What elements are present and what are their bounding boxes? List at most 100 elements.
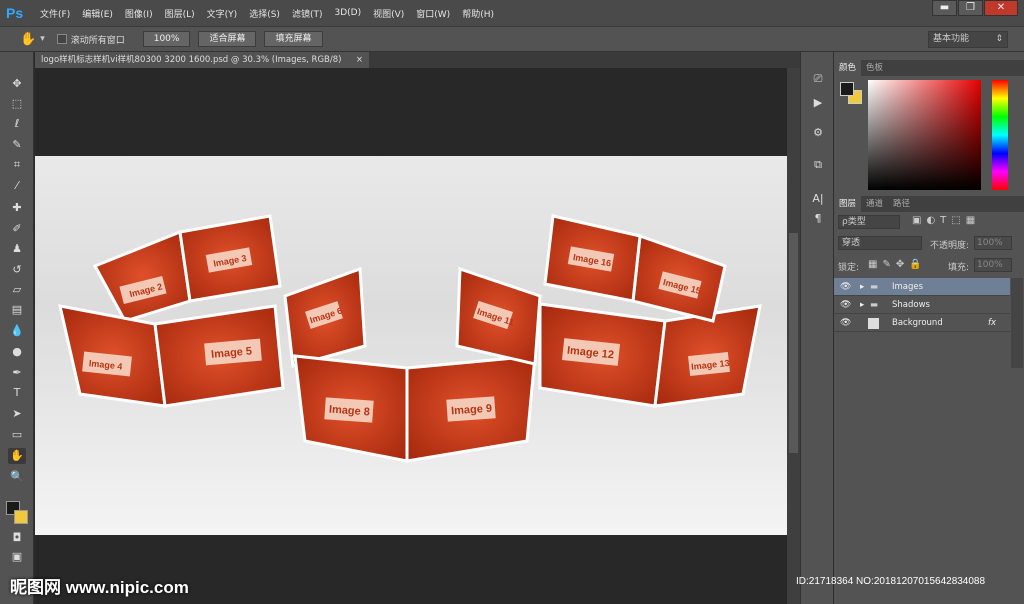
layer-filter-select[interactable]: ρ类型 (838, 215, 900, 229)
tab-channels[interactable]: 通道 (861, 196, 888, 212)
opacity-field[interactable]: 100% (974, 236, 1012, 250)
layer-row-images[interactable]: 👁 ▸ ▬ Images (834, 278, 1010, 296)
folder-icon: ▬ (870, 282, 879, 292)
close-tab-icon[interactable]: × (356, 52, 363, 68)
menu-help[interactable]: 帮助(H) (462, 7, 494, 20)
tool-preset-dropdown-icon[interactable]: ▾ (40, 34, 45, 44)
expand-arrow-icon[interactable]: ▸ (860, 296, 864, 314)
blur-tool-icon[interactable]: 💧 (8, 323, 26, 339)
document-tab-title: logo样机标志样机vi样机80300 3200 1600.psd @ 30.3… (41, 55, 342, 65)
pen-tool-icon[interactable]: ✒ (8, 365, 26, 381)
watermark-id: ID:21718364 NO:20181207015642834088 (796, 576, 986, 587)
eye-icon[interactable]: 👁 (840, 296, 851, 314)
panel-image-2 (92, 229, 192, 323)
tab-paths[interactable]: 路径 (888, 196, 915, 212)
minimize-button[interactable]: ▬ (932, 0, 957, 16)
menu-edit[interactable]: 编辑(E) (82, 7, 113, 20)
restore-button[interactable]: ❐ (958, 0, 983, 16)
menu-type[interactable]: 文字(Y) (207, 7, 238, 20)
menu-layer[interactable]: 图层(L) (165, 7, 195, 20)
zoom-tool-icon[interactable]: 🔍 (8, 469, 26, 485)
workspace-select[interactable]: 基本功能 ⇕ (928, 31, 1008, 48)
vertical-scrollbar[interactable] (787, 68, 800, 604)
fg-color-chip[interactable] (840, 82, 854, 96)
layer-name[interactable]: Background (892, 314, 943, 332)
zoom-100-button[interactable]: 100% (142, 31, 191, 47)
scroll-all-label: 滚动所有窗口 (70, 35, 125, 46)
document-tab[interactable]: logo样机标志样机vi样机80300 3200 1600.psd @ 30.3… (35, 52, 369, 68)
layers-scrollbar[interactable] (1011, 278, 1023, 368)
tab-swatches[interactable]: 色板 (861, 60, 888, 76)
adjustments-icon[interactable]: ⚙ (810, 126, 826, 140)
fx-icon[interactable]: fx (988, 314, 996, 332)
document-tab-bar: logo样机标志样机vi样机80300 3200 1600.psd @ 30.3… (35, 52, 800, 68)
eraser-tool-icon[interactable]: ▱ (8, 282, 26, 298)
color-panel-tabs: 颜色 色板 (834, 60, 1024, 76)
quick-select-tool-icon[interactable]: ✎ (8, 137, 26, 153)
properties-icon[interactable]: ⧉ (810, 158, 826, 172)
fill-field[interactable]: 100% (974, 258, 1012, 272)
blend-mode-select[interactable]: 穿透 (838, 236, 922, 250)
color-picker-field[interactable] (868, 80, 981, 190)
history-icon[interactable]: ⎚ (810, 72, 826, 86)
layer-thumbnail (868, 318, 879, 329)
dodge-tool-icon[interactable]: ● (8, 344, 26, 360)
brush-tool-icon[interactable]: ✐ (8, 221, 26, 237)
layer-row-background[interactable]: 👁 Background fx (834, 314, 1010, 332)
quick-mask-icon[interactable]: ◘ (8, 530, 26, 546)
panel-icon-strip: ⎚ ▶ ⚙ ⧉ A| ¶ (800, 52, 833, 604)
rectangle-tool-icon[interactable]: ▭ (8, 427, 26, 443)
lasso-tool-icon[interactable]: ℓ (8, 116, 26, 132)
chevron-down-icon: ⇕ (995, 34, 1003, 44)
paragraph-icon[interactable]: ¶ (810, 212, 826, 226)
layer-name[interactable]: Images (892, 278, 923, 296)
layer-filter-icons[interactable]: ▣◐T⬚▦ (912, 215, 1012, 229)
scroll-all-checkbox[interactable] (56, 34, 67, 44)
watermark-logo: 昵图网 www.nipic.com (10, 578, 189, 597)
actions-play-icon[interactable]: ▶ (810, 96, 826, 110)
photoshop-logo-icon: Ps (6, 5, 24, 21)
screen-mode-icon[interactable]: ▣ (8, 549, 26, 565)
expand-arrow-icon[interactable]: ▸ (860, 278, 864, 296)
fill-screen-button[interactable]: 填充屏幕 (264, 31, 323, 47)
character-icon[interactable]: A| (810, 192, 826, 206)
photoshop-window: Ps 文件(F) 编辑(E) 图像(I) 图层(L) 文字(Y) 选择(S) 滤… (0, 0, 1024, 604)
canvas-area[interactable]: Image 2 Image 3 Image 4 Image 5 Image 6 … (35, 68, 787, 604)
hue-slider[interactable] (992, 80, 1008, 190)
tab-color[interactable]: 颜色 (834, 60, 862, 76)
document-canvas[interactable]: Image 2 Image 3 Image 4 Image 5 Image 6 … (35, 156, 787, 535)
eye-icon[interactable]: 👁 (840, 278, 851, 296)
fit-screen-button[interactable]: 适合屏幕 (198, 31, 257, 47)
tab-layers[interactable]: 图层 (834, 196, 862, 212)
menu-file[interactable]: 文件(F) (40, 7, 70, 20)
gradient-tool-icon[interactable]: ▤ (8, 302, 26, 318)
clone-stamp-tool-icon[interactable]: ♟ (8, 241, 26, 257)
lock-icons[interactable]: ▦✎✥🔒 (868, 259, 927, 270)
menu-view[interactable]: 视图(V) (373, 7, 404, 20)
lock-label: 锁定: (838, 263, 860, 273)
close-button[interactable]: ✕ (984, 0, 1018, 16)
scrollbar-thumb[interactable] (789, 233, 798, 453)
type-tool-icon[interactable]: T (8, 385, 26, 401)
layers-panel-tabs: 图层 通道 路径 (834, 196, 1024, 212)
move-tool-icon[interactable]: ✥ (8, 76, 26, 92)
menu-select[interactable]: 选择(S) (249, 7, 280, 20)
hand-tool-icon[interactable]: ✋ (20, 32, 36, 47)
right-panels: 颜色 色板 图层 通道 路径 ρ类型 ▣◐T⬚▦ 穿透 不透明度: 100% 锁… (833, 52, 1024, 604)
menu-window[interactable]: 窗口(W) (416, 7, 450, 20)
eye-icon[interactable]: 👁 (840, 314, 851, 332)
hand-tool-active-icon[interactable]: ✋ (8, 448, 26, 464)
menu-3d[interactable]: 3D(D) (334, 8, 361, 18)
eyedropper-tool-icon[interactable]: ⁄ (8, 178, 26, 194)
layer-row-shadows[interactable]: 👁 ▸ ▬ Shadows (834, 296, 1010, 314)
crop-tool-icon[interactable]: ⌗ (8, 157, 26, 173)
menu-image[interactable]: 图像(I) (125, 7, 153, 20)
menu-filter[interactable]: 滤镜(T) (292, 7, 323, 20)
background-color-swatch[interactable] (14, 510, 28, 524)
healing-brush-tool-icon[interactable]: ✚ (8, 200, 26, 216)
marquee-tool-icon[interactable]: ⬚ (8, 96, 26, 112)
menu-bar: Ps 文件(F) 编辑(E) 图像(I) 图层(L) 文字(Y) 选择(S) 滤… (0, 0, 1024, 26)
layer-name[interactable]: Shadows (892, 296, 930, 314)
path-select-tool-icon[interactable]: ➤ (8, 406, 26, 422)
history-brush-tool-icon[interactable]: ↺ (8, 262, 26, 278)
